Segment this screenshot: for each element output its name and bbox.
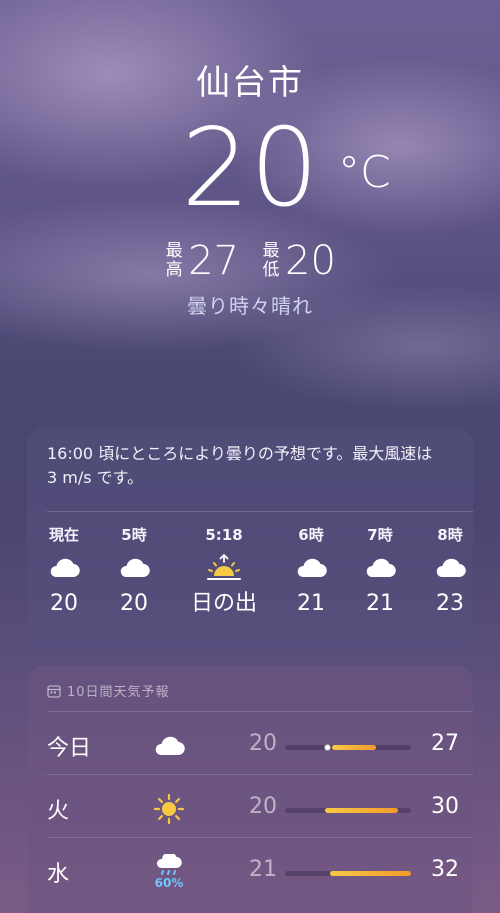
hourly-list[interactable]: 現在 20 5時 20 5:18 日の出 6時 21 7時 21 8時 23 [27,524,473,634]
high-label: 最 高 [165,241,183,280]
cloud-icon [420,546,480,590]
hourly-value: 20 [50,591,78,616]
divider [47,511,473,512]
forecast-title: 10日間天気予報 [67,685,170,700]
forecast-header: 10日間天気予報 [47,681,170,700]
hourly-item: 7時 21 [350,524,410,618]
hourly-summary: 16:00 頃にところにより曇りの予想です。最大風速は 3 m/s です。 [47,444,433,487]
low-label: 最 低 [262,241,280,280]
hourly-item: 8時 23 [420,524,480,618]
divider [47,774,473,775]
current-temperature: 20 °C [0,115,500,223]
temperature-value: 20 [181,106,319,231]
high-temp: 27 [431,731,459,756]
hourly-value: 21 [366,591,394,616]
rain-cloud-icon: 60% [147,850,191,894]
header: 仙台市 [0,55,500,104]
cloud-icon [104,546,164,590]
hourly-time: 6時 [298,526,324,544]
hourly-time: 5時 [121,526,147,544]
temperature-unit: °C [337,147,391,198]
cloud-icon [34,546,94,590]
high-temp: 最 高 27 [164,238,239,284]
high-temp: 30 [431,794,459,819]
temp-range-bar [285,871,411,876]
hourly-item: 5:18 日の出 [179,524,269,618]
precip-chance: 60% [154,876,184,890]
condition-text: 曇り時々晴れ [187,294,313,318]
forecast-row[interactable]: 水 60% 21 32 [27,842,473,902]
low-temp: 21 [249,857,277,882]
hourly-time: 8時 [437,526,463,544]
high-low: 最 高 27 最 低 20 [0,238,500,284]
divider [47,837,473,838]
low-temp: 20 [249,731,277,756]
hourly-value: 21 [297,591,325,616]
high-value: 27 [188,238,239,284]
high-temp: 32 [431,857,459,882]
forecast-day: 水 [47,862,70,887]
hourly-forecast-card[interactable]: 16:00 頃にところにより曇りの予想です。最大風速は 3 m/s です。 現在… [27,428,473,650]
hourly-value: 23 [436,591,464,616]
cloud-icon [281,546,341,590]
calendar-icon [47,684,61,698]
temp-range-fill [331,745,376,750]
low-temp: 20 [249,794,277,819]
temp-range-bar [285,808,411,813]
ten-day-forecast-card[interactable]: 10日間天気予報 今日 20 27 火 20 30 水 60% 21 32 [27,666,473,913]
current-temp-marker [323,744,331,751]
hourly-time: 7時 [367,526,393,544]
cloud-icon [350,546,410,590]
divider [47,711,473,712]
hourly-value: 日の出 [190,591,257,616]
cloud-icon [147,724,191,768]
temp-range-bar [285,744,411,751]
forecast-day: 今日 [47,736,92,761]
temp-range-fill [325,808,399,813]
hourly-item: 現在 20 [34,524,94,618]
hourly-item: 6時 21 [281,524,341,618]
sun-icon [147,787,191,831]
forecast-day: 火 [47,799,70,824]
forecast-row[interactable]: 火 20 30 [27,779,473,839]
hourly-item: 5時 20 [104,524,164,618]
low-temp: 最 低 20 [261,238,336,284]
hourly-value: 20 [120,591,148,616]
low-value: 20 [285,238,336,284]
forecast-row[interactable]: 今日 20 27 [27,716,473,776]
hourly-time: 現在 [48,526,79,544]
sunrise-icon [179,546,269,590]
city-name: 仙台市 [196,63,304,103]
temp-range-fill [330,871,411,876]
hourly-time: 5:18 [205,526,243,544]
